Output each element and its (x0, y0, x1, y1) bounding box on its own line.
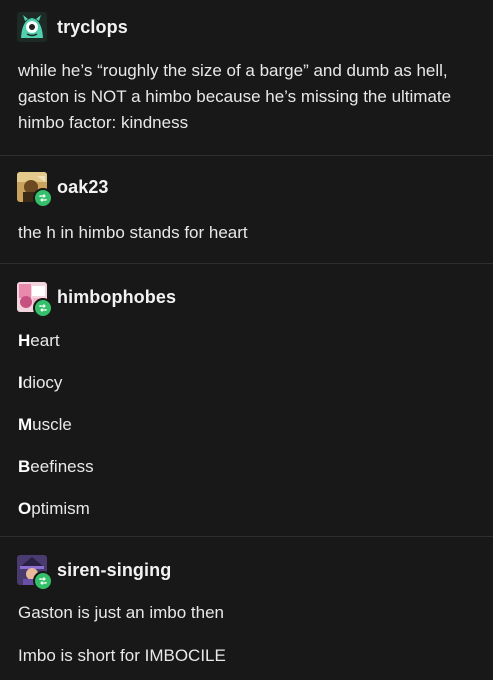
post-text: the h in himbo stands for heart (18, 223, 248, 242)
username[interactable]: siren-singing (57, 560, 171, 581)
post-himbophobes: himbophobes Heart Idiocy Muscle Beefines… (0, 264, 493, 537)
post-text-line: Imbo is short for IMBOCILE (18, 646, 226, 665)
username[interactable]: himbophobes (57, 287, 176, 308)
post-siren-singing: siren-singing Gaston is just an imbo the… (0, 537, 493, 680)
teal-monster-avatar-icon (17, 12, 47, 42)
acrostic-line: Muscle (18, 415, 72, 434)
avatar[interactable] (17, 555, 53, 591)
avatar[interactable] (17, 282, 53, 318)
reblog-icon (33, 571, 53, 591)
avatar[interactable] (17, 12, 47, 42)
acrostic-line: Beefiness (18, 457, 94, 476)
avatar[interactable] (17, 172, 53, 208)
post-oak23: oak23 the h in himbo stands for heart th… (0, 156, 493, 264)
username[interactable]: oak23 (57, 177, 109, 198)
post-header: tryclops (17, 12, 128, 42)
username[interactable]: tryclops (57, 17, 128, 38)
acrostic-line: Idiocy (18, 373, 63, 392)
acrostic-line: Heart (18, 331, 60, 350)
reblog-icon (33, 188, 53, 208)
acrostic-line: Optimism (18, 499, 90, 518)
reblog-icon (33, 298, 53, 318)
post-header: himbophobes (17, 282, 176, 318)
post-tryclops: tryclops while he’s “roughly the size of… (0, 0, 493, 156)
post-header: oak23 (17, 172, 109, 208)
post-text-line: Gaston is just an imbo then (18, 603, 225, 622)
post-text: while he’s “roughly the size of a barge”… (18, 61, 452, 132)
post-header: siren-singing (17, 555, 171, 591)
